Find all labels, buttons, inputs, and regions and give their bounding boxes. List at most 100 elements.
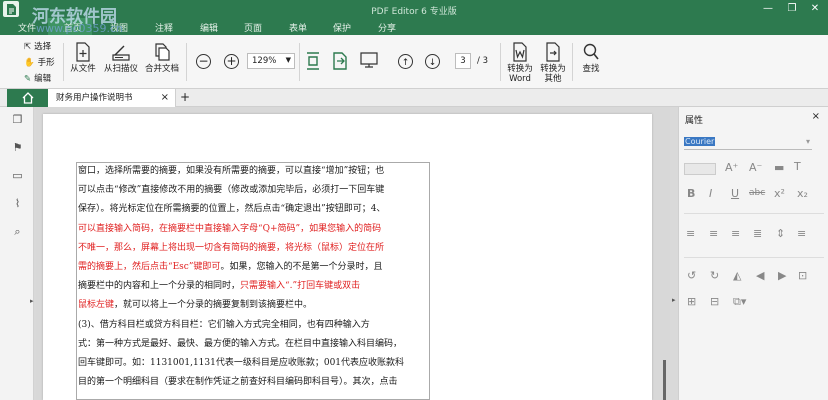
text-segment: 需的摘要上，然后点击“Esc”键即可 [78,262,221,272]
subscript-icon[interactable]: x₂ [797,187,808,200]
document-text-line: 窗口，选择所需要的摘要，如果没有所需要的摘要，可以直接“增加”按钮；也 [78,163,384,176]
arrow-up-icon: ↑ [401,58,410,68]
italic-icon[interactable]: I [709,187,712,200]
minimize-button[interactable]: — [758,1,778,17]
bookmark-icon[interactable]: ⚑ [11,141,24,155]
zoom-in-button[interactable]: + [224,54,239,69]
hand-tool[interactable]: ✋ 手形 [24,56,55,68]
convert-to-other-button[interactable]: 转换为 其他 [538,42,568,84]
document-tab-title: 财务用户操作说明书 [56,93,133,103]
new-tab-button[interactable]: + [180,90,190,104]
convert-word-label-2: Word [509,74,531,84]
home-tab[interactable] [7,89,48,107]
bold-icon[interactable]: B [687,187,695,200]
text-segment: 目的第一个明细科目（要求在制作凭证之前查好科目编码即科目号）。其次，点击 [78,377,398,388]
text-segment: 不唯一，那么，屏幕上将出现一切含有简码的摘要，将光标（鼠标）定位在所 [78,242,385,253]
strikethrough-icon[interactable]: abc [749,188,765,198]
menu-share[interactable]: 分享 [378,21,396,34]
collapse-right-panel-icon[interactable]: ▸ [672,296,676,304]
find-button[interactable]: 查找 [578,42,604,74]
previous-page-button[interactable]: ↑ [398,54,413,69]
increase-font-icon[interactable]: A⁺ [725,161,738,174]
font-family-select[interactable]: Courier ▾ [684,137,812,150]
pages-panel-icon[interactable]: ❐ [11,113,24,127]
find-label: 查找 [582,64,600,74]
hand-icon: ✋ [24,58,35,68]
underline-icon[interactable]: U [731,187,739,200]
chevron-down-icon: ▾ [805,137,810,146]
align-left-icon[interactable]: ≡ [686,227,695,240]
text-box-icon[interactable]: T [794,160,801,173]
menu-protect[interactable]: 保护 [333,21,351,34]
presentation-button[interactable] [358,51,380,71]
font-size-select[interactable] [684,163,716,175]
edit-tool-label: 编辑 [34,74,52,84]
collapse-left-panel-icon[interactable]: ▸ [30,297,34,305]
fit-width-button[interactable] [331,51,349,73]
text-segment: 。如果，您输入的不是第一个分录时，且 [220,262,383,272]
convert-other-label-1: 转换为 [540,64,566,74]
text-segment: 保存）。将光标定位在所需摘要的位置上，然后点击“确定退出”按钮即可；4、 [78,204,386,215]
from-file-button[interactable]: 从文件 [68,42,98,74]
toolbar-separator [500,43,501,81]
vertical-scrollbar[interactable] [663,360,666,400]
fit-page-button[interactable] [304,51,322,73]
close-tab-icon[interactable]: × [161,89,169,107]
menu-page[interactable]: 页面 [244,21,262,34]
panel-divider [684,213,824,214]
decrease-font-icon[interactable]: A⁻ [749,161,762,174]
close-panel-icon[interactable]: × [812,111,820,122]
justify-icon[interactable]: ≣ [753,227,762,240]
text-segment: 只需要输入“.”打回车键或双击 [240,281,361,292]
menu-form[interactable]: 表单 [289,21,307,34]
merge-documents-button[interactable]: 合并文档 [144,42,180,74]
search-panel-icon[interactable]: ⌕ [11,225,24,239]
zoom-out-button[interactable]: − [196,54,211,69]
convert-other-label-2: 其他 [544,74,562,84]
rotate-left-icon[interactable]: ↺ [687,269,696,282]
left-sidebar: ❐ ⚑ ▭ ⌇ ⌕ ▸ [0,107,34,400]
properties-title: 属性 [685,116,704,126]
text-color-icon[interactable]: ▬ [774,161,784,174]
group-icon[interactable]: ⊞ [687,295,696,308]
home-icon [22,92,33,104]
flip-right-icon[interactable]: ▶ [778,269,786,282]
convert-to-word-button[interactable]: 转换为 Word [505,42,535,84]
from-scanner-button[interactable]: 从扫描仪 [103,42,139,74]
select-tool-label: 选择 [34,42,52,52]
menu-edit[interactable]: 编辑 [200,21,218,34]
menu-annotate[interactable]: 注释 [155,21,173,34]
ungroup-icon[interactable]: ⊟ [710,295,719,308]
arrange-icon[interactable]: ⧉▾ [733,295,746,309]
properties-panel: 属性 × Courier ▾ A⁺ A⁻ ▬ T B I U abc x² x₂… [678,107,828,400]
close-window-button[interactable]: ✕ [805,1,825,17]
text-segment: 鼠标左键 [78,300,115,311]
document-tab[interactable]: 财务用户操作说明书 × [48,89,176,107]
paragraph-spacing-icon[interactable]: ≡ [797,227,806,240]
restore-button[interactable]: ❐ [782,1,802,17]
scanner-icon [112,45,130,61]
comment-icon[interactable]: ▭ [11,169,24,183]
font-family-value: Courier [684,137,716,146]
toolbar-separator [299,43,300,81]
merge-label: 合并文档 [144,64,179,74]
cursor-icon: ⇱ [24,42,32,52]
align-center-icon[interactable]: ≡ [709,227,718,240]
edit-tool[interactable]: ✎ 编辑 [24,72,51,84]
crop-icon[interactable]: ⊡ [798,269,807,282]
flip-horizontal-icon[interactable]: ◀ [756,269,764,282]
new-file-icon [76,42,90,62]
zoom-select[interactable]: 129% ▼ [247,53,295,69]
select-tool[interactable]: ⇱ 选择 [24,40,51,52]
align-right-icon[interactable]: ≡ [731,227,740,240]
superscript-icon[interactable]: x² [774,187,785,200]
document-text-line: 可以直接输入简码，在摘要栏中直接输入字母“Q+简码”，如果您输入的简码 [78,221,381,234]
chevron-down-icon: ▼ [285,56,291,64]
attachment-icon[interactable]: ⌇ [11,197,24,211]
next-page-button[interactable]: ↓ [425,54,440,69]
line-spacing-icon[interactable]: ⇕ [776,227,785,240]
rotate-right-icon[interactable]: ↻ [710,269,719,282]
page-number-input[interactable]: 3 [455,53,471,69]
flip-vertical-icon[interactable]: ◭ [733,269,741,282]
document-text-line: 可以点击“修改”直接修改不用的摘要（修改或添加完毕后，必须打一下回车键 [78,182,384,195]
